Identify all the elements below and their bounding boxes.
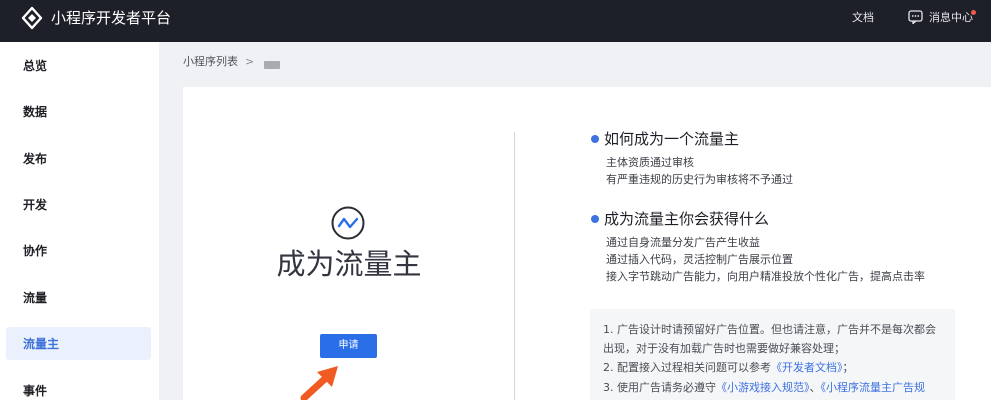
sidebar-item-label: 流量主 — [23, 337, 60, 351]
section-line: 接入字节跳动广告能力，向用户精准投放个性化广告，提高点击率 — [606, 270, 925, 283]
section-line: 通过自身流量分发广告产生收益 — [606, 236, 760, 249]
message-icon[interactable] — [908, 10, 923, 24]
sidebar-item-data[interactable]: 数据 — [6, 95, 151, 128]
breadcrumb-separator: > — [245, 55, 255, 68]
sidebar-item-develop[interactable]: 开发 — [6, 188, 151, 221]
sidebar-item-overview[interactable]: 总览 — [6, 49, 151, 82]
sidebar-item-events[interactable]: 事件 — [6, 374, 151, 400]
minigame-spec-link[interactable]: 《小游戏接入规范》 — [716, 381, 810, 394]
sidebar-item-collaborate[interactable]: 协作 — [6, 234, 151, 267]
section-line: 有严重违规的历史行为审核将不予通过 — [606, 173, 793, 186]
note-line: 出现，对于没有加载广告时也需要做好兼容处理； — [603, 342, 845, 355]
trend-chart-icon — [331, 206, 365, 240]
apply-button[interactable]: 申请 — [320, 334, 377, 358]
sidebar: 总览 数据 发布 开发 协作 流量 流量主 事件 — [0, 42, 159, 400]
note-text: ； — [842, 361, 854, 374]
note-line: 2. 配置接入过程相关问题可以参考《开发者文档》； — [603, 360, 854, 375]
section-line: 通过插入代码，灵活控制广告展示位置 — [606, 253, 793, 266]
sidebar-item-label: 事件 — [23, 384, 48, 398]
docs-link[interactable]: 文档 — [852, 10, 874, 26]
sidebar-item-label: 协作 — [23, 244, 48, 258]
logo-icon[interactable] — [20, 6, 44, 30]
notification-dot — [971, 10, 976, 15]
note-line: 1. 广告设计时请预留好广告位置。但也请注意，广告并不是每次都会 — [603, 323, 936, 336]
sidebar-item-traffic-owner[interactable]: 流量主 — [6, 327, 151, 360]
sidebar-item-label: 数据 — [23, 105, 48, 119]
vertical-divider — [514, 132, 515, 400]
note-text: 、 — [809, 381, 821, 394]
section-heading: 如何成为一个流量主 — [604, 130, 740, 148]
traffic-owner-spec-link[interactable]: 《小程序流量主广告规 — [821, 381, 926, 394]
breadcrumb-current-redacted — [264, 61, 280, 69]
breadcrumb-root[interactable]: 小程序列表 — [183, 54, 238, 70]
top-navigation-bar: 小程序开发者平台 文档 消息中心 — [0, 0, 991, 42]
sidebar-item-traffic[interactable]: 流量 — [6, 281, 151, 314]
section-bullet — [591, 135, 599, 143]
section-line: 主体资质通过审核 — [606, 156, 694, 169]
sidebar-item-label: 开发 — [23, 198, 48, 212]
section-heading: 成为流量主你会获得什么 — [604, 210, 770, 228]
developer-docs-link[interactable]: 《开发者文档》 — [771, 361, 843, 374]
hero-title: 成为流量主 — [276, 247, 422, 281]
note-text: 2. 配置接入过程相关问题可以参考 — [603, 361, 771, 374]
sidebar-item-label: 流量 — [23, 291, 48, 305]
note-line: 3. 使用广告请务必遵守《小游戏接入规范》、《小程序流量主广告规 — [603, 380, 925, 395]
app-title: 小程序开发者平台 — [51, 9, 172, 27]
sidebar-item-publish[interactable]: 发布 — [6, 142, 151, 175]
sidebar-item-label: 总览 — [23, 59, 48, 73]
section-bullet — [591, 215, 599, 223]
note-text: 3. 使用广告请务必遵守 — [603, 381, 716, 394]
sidebar-item-label: 发布 — [23, 152, 48, 166]
message-center-link[interactable]: 消息中心 — [929, 10, 973, 26]
pointer-arrow-icon — [300, 366, 338, 400]
